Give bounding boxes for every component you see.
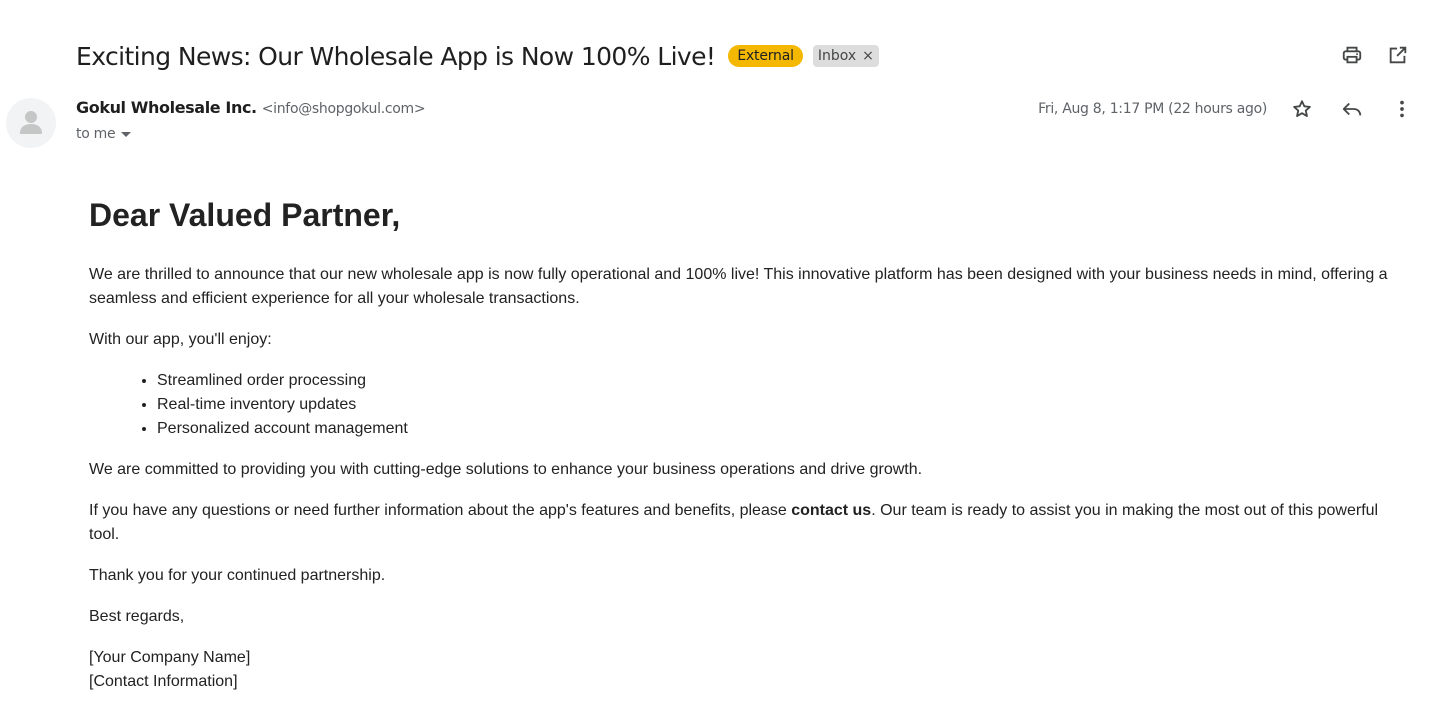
paragraph-commitment: We are committed to providing you with c… — [89, 461, 923, 478]
remove-label-icon[interactable]: × — [862, 48, 874, 64]
email-subject: Exciting News: Our Wholesale App is Now … — [76, 41, 716, 71]
signature-contact: [Contact Information] — [89, 673, 238, 690]
paragraph-intro: We are thrilled to announce that our new… — [89, 266, 1388, 307]
list-item: Real-time inventory updates — [157, 393, 1409, 417]
open-in-new-window-button[interactable] — [1385, 42, 1411, 68]
star-button[interactable] — [1289, 96, 1315, 122]
more-options-button[interactable] — [1389, 96, 1415, 122]
signature-company: [Your Company Name] — [89, 649, 251, 666]
greeting-heading: Dear Valued Partner, — [89, 197, 401, 233]
print-icon — [1342, 46, 1362, 64]
list-item: Streamlined order processing — [157, 369, 1409, 393]
list-item: Personalized account management — [157, 417, 1409, 441]
paragraph-enjoy: With our app, you'll enjoy: — [89, 331, 272, 348]
more-vert-icon — [1400, 100, 1404, 118]
recipients-toggle[interactable]: to me — [76, 126, 132, 142]
open-in-new-window-icon — [1389, 46, 1407, 64]
paragraph-thanks: Thank you for your continued partnership… — [89, 567, 386, 584]
external-label: External — [728, 45, 803, 67]
message-meta: Fri, Aug 8, 1:17 PM (22 hours ago) — [1038, 96, 1415, 122]
chevron-down-icon — [121, 131, 132, 137]
closing-text: Best regards, — [89, 608, 185, 625]
person-icon — [20, 111, 42, 134]
inbox-label[interactable]: Inbox × — [812, 45, 879, 67]
reply-icon — [1342, 102, 1362, 116]
contact-text-before: If you have any questions or need furthe… — [89, 502, 792, 519]
message-body: Dear Valued Partner, We are thrilled to … — [89, 190, 1409, 694]
recipients-text: to me — [76, 126, 116, 142]
sender-avatar[interactable] — [6, 98, 56, 148]
sender-name[interactable]: Gokul Wholesale Inc. — [76, 98, 257, 117]
subject-row: Exciting News: Our Wholesale App is Now … — [76, 36, 879, 76]
paragraph-contact: If you have any questions or need furthe… — [89, 499, 1409, 547]
sender-row: Gokul Wholesale Inc. <info@shopgokul.com… — [76, 98, 426, 117]
message-date: Fri, Aug 8, 1:17 PM (22 hours ago) — [1038, 101, 1267, 117]
reply-button[interactable] — [1339, 96, 1365, 122]
star-icon — [1293, 100, 1311, 117]
top-actions — [1339, 42, 1411, 68]
contact-us-link[interactable]: contact us — [791, 502, 871, 519]
inbox-label-text: Inbox — [817, 48, 857, 64]
print-button[interactable] — [1339, 42, 1365, 68]
feature-list: Streamlined order processing Real-time i… — [89, 369, 1409, 441]
sender-email: <info@shopgokul.com> — [261, 101, 426, 117]
